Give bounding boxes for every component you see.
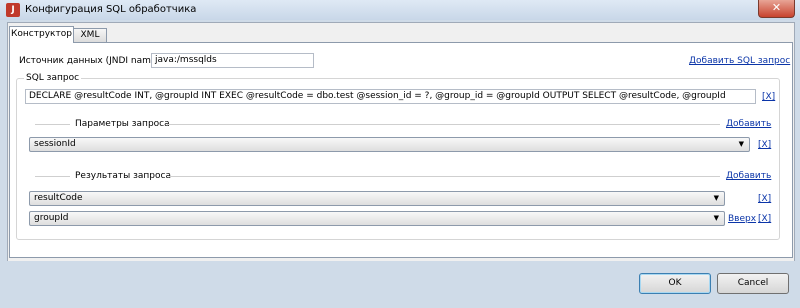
results-divider-right	[169, 176, 720, 177]
sql-query-input[interactable]: DECLARE @resultCode INT, @groupId INT EX…	[25, 89, 756, 104]
chevron-down-icon: ▼	[738, 140, 744, 148]
params-heading: Параметры запроса	[75, 119, 170, 129]
params-divider-right	[167, 124, 720, 125]
cancel-button[interactable]: Cancel	[717, 273, 789, 294]
add-sql-query-link[interactable]: Добавить SQL запрос	[689, 56, 790, 66]
result-select-value: resultCode	[34, 193, 83, 203]
tab-xml[interactable]: XML	[73, 28, 107, 42]
param-select-session-id[interactable]: sessionId ▼	[29, 137, 750, 152]
app-icon: J	[6, 3, 20, 17]
tab-constructor[interactable]: Конструктор	[9, 26, 74, 43]
result-select-group-id[interactable]: groupId ▼	[29, 211, 725, 226]
result-remove-link[interactable]: [X]	[758, 214, 771, 224]
title-bar: J Конфигурация SQL обработчика ✕	[0, 0, 800, 20]
params-divider-left	[35, 124, 70, 125]
close-button[interactable]: ✕	[758, 0, 795, 18]
chevron-down-icon: ▼	[713, 194, 719, 202]
result-select-value: groupId	[34, 213, 69, 223]
results-add-link[interactable]: Добавить	[726, 171, 771, 181]
datasource-input[interactable]: java:/mssqlds	[151, 53, 314, 68]
chevron-down-icon: ▼	[713, 214, 719, 222]
sql-query-legend: SQL запрос	[24, 73, 82, 83]
results-heading: Результаты запроса	[75, 171, 171, 181]
ok-button[interactable]: OK	[639, 273, 711, 294]
result-remove-link[interactable]: [X]	[758, 194, 771, 204]
params-add-link[interactable]: Добавить	[726, 119, 771, 129]
result-move-up-link[interactable]: Вверх	[728, 214, 756, 224]
datasource-label: Источник данных (JNDI name)	[19, 56, 160, 66]
param-select-value: sessionId	[34, 139, 76, 149]
window-title: Конфигурация SQL обработчика	[25, 4, 197, 15]
param-remove-link[interactable]: [X]	[758, 140, 771, 150]
result-select-result-code[interactable]: resultCode ▼	[29, 191, 725, 206]
sql-query-remove-link[interactable]: [X]	[762, 92, 775, 102]
results-divider-left	[35, 176, 70, 177]
